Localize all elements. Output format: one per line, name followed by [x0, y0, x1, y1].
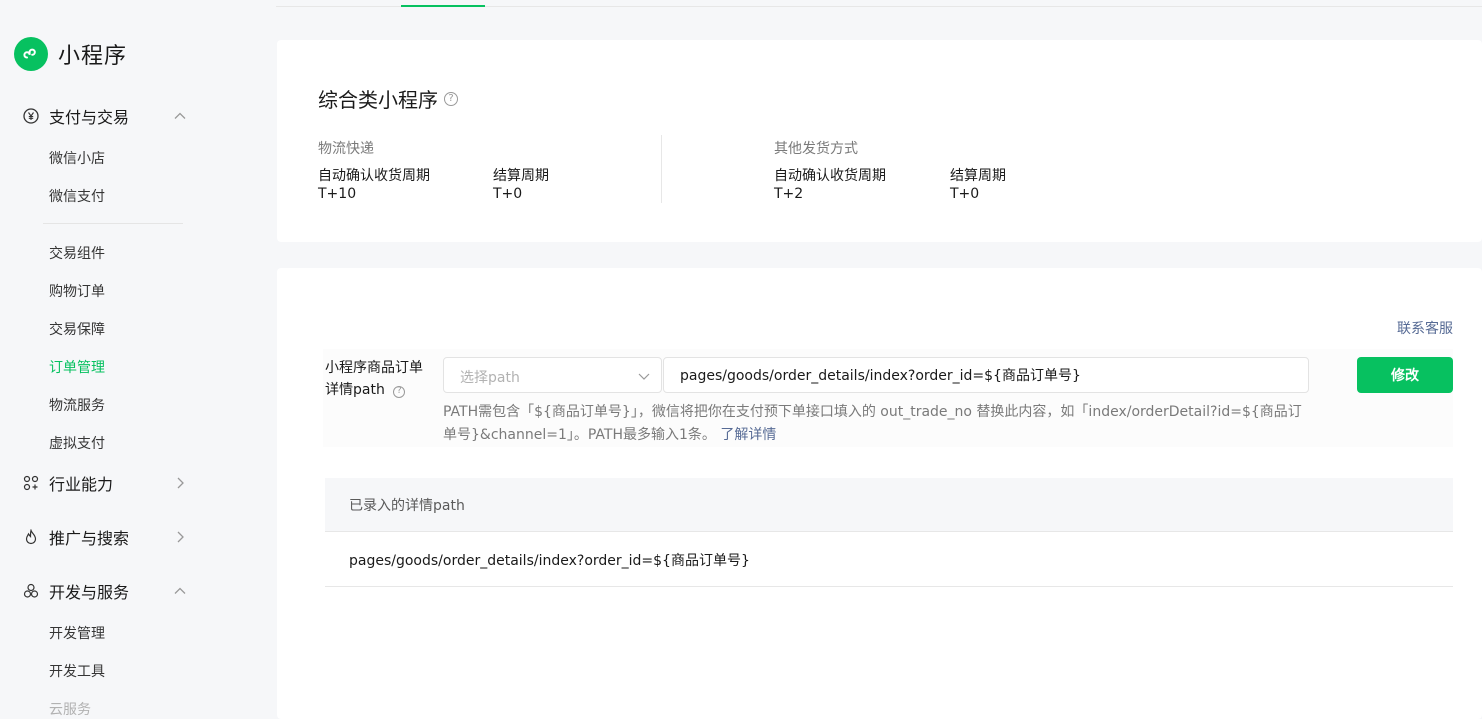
sidebar-item-shopping-orders[interactable]: 购物订单 — [49, 281, 105, 301]
nav-group-industry[interactable]: 行业能力 — [22, 471, 192, 495]
sidebar-item-order-management[interactable]: 订单管理 — [49, 357, 105, 377]
nav-group-label: 支付与交易 — [49, 108, 130, 127]
active-tab-indicator — [401, 5, 485, 7]
sidebar: 小程序 支付与交易 微信小店 微信支付 交易组件 购物订单 交易保障 订单管理 … — [0, 0, 276, 719]
field-label-settlement: 结算周期 — [493, 168, 549, 184]
nav-group-payment[interactable]: 支付与交易 — [22, 104, 192, 128]
contact-support-link[interactable]: 联系客服 — [1397, 318, 1453, 338]
table-row: pages/goods/order_details/index?order_id… — [325, 532, 1453, 587]
sidebar-item-dev-tools[interactable]: 开发工具 — [49, 661, 105, 681]
sidebar-divider — [43, 223, 183, 224]
learn-more-link[interactable]: 了解详情 — [720, 427, 776, 443]
field-value-settlement: T+0 — [950, 186, 980, 202]
field-label-auto-confirm: 自动确认收货周期 — [774, 168, 886, 184]
field-label-settlement: 结算周期 — [950, 168, 1006, 184]
chevron-up-icon — [174, 587, 186, 594]
chevron-right-icon — [177, 477, 184, 489]
nav-group-label: 行业能力 — [49, 475, 114, 494]
yen-circle-icon — [22, 107, 40, 125]
section-label-other-shipping: 其他发货方式 — [774, 141, 858, 157]
path-hint: PATH需包含「${商品订单号}」，微信将把你在支付预下单接口填入的 out_t… — [443, 401, 1313, 447]
sidebar-item-trade-protection[interactable]: 交易保障 — [49, 319, 105, 339]
field-value-settlement: T+0 — [493, 186, 523, 202]
path-input[interactable] — [663, 357, 1309, 393]
summary-title-row: 综合类小程序 ? — [318, 84, 458, 113]
section-label-logistics: 物流快递 — [318, 141, 374, 157]
field-value-auto-confirm: T+2 — [774, 186, 804, 202]
nav-group-label: 开发与服务 — [49, 583, 130, 602]
sidebar-item-virtual-payment[interactable]: 虚拟支付 — [49, 433, 105, 453]
industry-icon — [22, 474, 40, 492]
table-cell-path: pages/goods/order_details/index?order_id… — [349, 553, 750, 569]
nav-group-promotion[interactable]: 推广与搜索 — [22, 525, 192, 549]
path-hint-text: PATH需包含「${商品订单号}」，微信将把你在支付预下单接口填入的 out_t… — [443, 404, 1302, 443]
page-title: 综合类小程序 — [318, 88, 438, 112]
sidebar-item-dev-management[interactable]: 开发管理 — [49, 623, 105, 643]
path-table-header-label: 已录入的详情path — [349, 498, 465, 514]
sidebar-item-wechat-pay[interactable]: 微信支付 — [49, 186, 105, 206]
help-icon[interactable]: ? — [393, 385, 406, 398]
path-config-card: 联系客服 小程序商品订单详情path ? 选择path 修改 PATH需包含「$… — [277, 268, 1482, 719]
field-value-auto-confirm: T+10 — [318, 186, 357, 202]
section-divider — [661, 135, 662, 203]
chevron-right-icon — [177, 531, 184, 543]
sidebar-item-logistics[interactable]: 物流服务 — [49, 395, 105, 415]
path-table-header: 已录入的详情path — [325, 478, 1453, 532]
app-logo[interactable]: 小程序 — [14, 37, 127, 71]
help-icon[interactable]: ? — [444, 91, 458, 106]
chevron-down-icon — [638, 373, 650, 380]
path-form-label-text: 小程序商品订单详情path — [325, 360, 423, 398]
modify-button[interactable]: 修改 — [1357, 357, 1453, 393]
sidebar-item-wechat-store[interactable]: 微信小店 — [49, 148, 105, 168]
path-select[interactable]: 选择path — [443, 357, 662, 393]
field-label-auto-confirm: 自动确认收货周期 — [318, 168, 430, 184]
path-select-placeholder: 选择path — [460, 370, 520, 386]
nav-group-label: 推广与搜索 — [49, 529, 130, 548]
dev-cluster-icon — [22, 582, 40, 600]
mini-program-logo-icon — [14, 37, 48, 71]
sidebar-item-cloud-service[interactable]: 云服务 — [49, 699, 91, 719]
summary-card: 综合类小程序 ? 物流快递 自动确认收货周期 T+10 结算周期 T+0 其他发… — [277, 40, 1482, 242]
chevron-up-icon — [174, 112, 186, 119]
nav-group-development[interactable]: 开发与服务 — [22, 579, 192, 603]
path-form-label: 小程序商品订单详情path ? — [325, 357, 435, 401]
sidebar-item-trade-component[interactable]: 交易组件 — [49, 243, 105, 263]
app-title: 小程序 — [58, 44, 128, 69]
flame-icon — [22, 528, 40, 546]
